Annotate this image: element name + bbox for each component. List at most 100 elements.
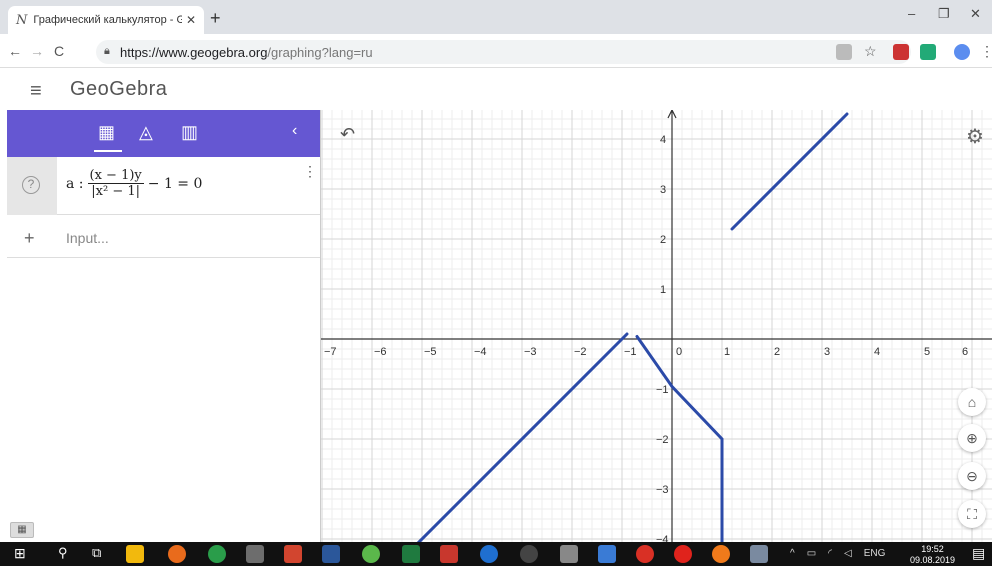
keyboard-icon[interactable]: ▦ <box>10 522 34 538</box>
geometry-icon[interactable]: ◬ <box>139 122 153 143</box>
pdf-extension-icon[interactable] <box>893 44 909 60</box>
system-tray: ^ ▭ ◜ ◁ ENG <box>790 548 885 559</box>
fullscreen-button[interactable]: ⛶ <box>958 500 986 528</box>
x-tick-label: −7 <box>324 346 337 358</box>
tab-close-icon[interactable]: ✕ <box>186 13 196 27</box>
app-icon[interactable] <box>560 545 578 563</box>
close-window-button[interactable]: ✕ <box>970 6 981 22</box>
algebra-input[interactable]: Input... <box>66 230 109 246</box>
reload-button[interactable]: C <box>54 43 64 59</box>
geogebra-favicon-icon: N <box>16 12 28 28</box>
app-icon[interactable] <box>246 545 264 563</box>
translate-icon[interactable] <box>836 44 852 60</box>
x-tick-label: 1 <box>724 346 730 358</box>
back-button[interactable]: ← <box>8 43 22 59</box>
bookmark-star-icon[interactable]: ☆ <box>864 43 877 60</box>
zoom-in-button[interactable]: ⊕ <box>958 424 986 452</box>
language-indicator[interactable]: ENG <box>864 548 886 559</box>
y-tick-label: −3 <box>656 484 669 496</box>
x-tick-label: −2 <box>574 346 587 358</box>
equation-prefix: a : <box>66 175 84 192</box>
curve-a-right-branch <box>730 112 849 231</box>
y-tick-label: 4 <box>660 134 666 146</box>
notifications-icon[interactable]: ▤ <box>972 545 985 562</box>
x-tick-label: −6 <box>374 346 387 358</box>
graph-canvas[interactable]: −7−6−5−4−3−2−101234564321−1−2−3−4a <box>321 110 992 542</box>
maximize-button[interactable]: ❐ <box>938 6 950 22</box>
settings-gear-icon[interactable]: ⚙ <box>966 124 984 149</box>
tab-title: Графический калькулятор - Geo <box>33 14 182 26</box>
word-icon[interactable] <box>322 545 340 563</box>
clock-date: 09.08.2019 <box>910 555 956 565</box>
minimize-button[interactable]: – <box>908 6 915 21</box>
torrent-icon[interactable] <box>362 545 380 563</box>
firefox-icon[interactable] <box>712 545 730 563</box>
file-explorer-icon[interactable] <box>126 545 144 563</box>
y-tick-label: −2 <box>656 434 669 446</box>
equation-text[interactable]: a : (x − 1)y |x² − 1| − 1 = 0 <box>66 168 202 199</box>
extension-icon[interactable] <box>920 44 936 60</box>
new-tab-button[interactable]: + <box>210 8 221 29</box>
undo-icon[interactable]: ↶ <box>340 124 355 145</box>
browser-menu-icon[interactable]: ⋮ <box>980 43 992 60</box>
powerpoint-icon[interactable] <box>284 545 302 563</box>
calculator-icon[interactable]: ▦ <box>98 122 115 143</box>
app-icon[interactable] <box>440 545 458 563</box>
wifi-icon[interactable]: ◜ <box>828 548 832 559</box>
table-icon[interactable]: ▥ <box>181 122 198 143</box>
hamburger-menu-icon[interactable]: ≡ <box>30 80 42 103</box>
x-tick-label: −1 <box>624 346 637 358</box>
app-icon[interactable] <box>520 545 538 563</box>
fraction-denominator: |x² − 1| <box>91 184 140 199</box>
chrome-icon[interactable] <box>208 545 226 563</box>
add-icon[interactable]: + <box>24 228 35 249</box>
y-tick-label: −1 <box>656 384 669 396</box>
home-button[interactable]: ⌂ <box>958 388 986 416</box>
x-tick-label: 0 <box>676 346 682 358</box>
x-tick-label: 6 <box>962 346 968 358</box>
x-tick-label: 3 <box>824 346 830 358</box>
zoom-out-button[interactable]: ⊖ <box>958 462 986 490</box>
url-text[interactable]: https://www.geogebra.org/graphing?lang=r… <box>120 45 373 60</box>
y-tick-label: 2 <box>660 234 666 246</box>
algebra-toolbar <box>7 110 320 157</box>
app-icon[interactable] <box>168 545 186 563</box>
browser-tab[interactable]: N Графический калькулятор - Geo ✕ <box>8 6 204 34</box>
search-icon[interactable]: ⚲ <box>58 545 68 561</box>
battery-icon[interactable]: ▭ <box>807 548 816 559</box>
help-icon[interactable]: ? <box>22 176 40 194</box>
task-view-icon[interactable]: ⧉ <box>92 545 101 561</box>
edge-icon[interactable] <box>480 545 498 563</box>
collapse-panel-button[interactable]: ‹ <box>292 122 297 140</box>
start-icon[interactable]: ⊞ <box>14 545 26 562</box>
app-icon[interactable] <box>636 545 654 563</box>
lock-icon: 🔒︎ <box>104 45 110 57</box>
profile-avatar[interactable] <box>954 44 970 60</box>
y-tick-label: 3 <box>660 184 666 196</box>
equation-fraction: (x − 1)y |x² − 1| <box>87 168 144 199</box>
curve-a-left-branch <box>416 332 629 542</box>
clock[interactable]: 19:52 09.08.2019 <box>910 544 955 566</box>
chevron-up-icon[interactable]: ^ <box>790 548 795 559</box>
clock-time: 19:52 <box>921 544 944 554</box>
url-path: /graphing?lang=ru <box>267 45 373 60</box>
y-tick-label: −4 <box>656 534 669 542</box>
equation-suffix: − 1 = 0 <box>147 175 203 192</box>
row-options-icon[interactable]: ⋮ <box>303 163 317 180</box>
app-icon[interactable] <box>598 545 616 563</box>
x-tick-label: 4 <box>874 346 880 358</box>
opera-icon[interactable] <box>674 545 692 563</box>
volume-icon[interactable]: ◁ <box>844 548 852 559</box>
graphics-view[interactable]: −7−6−5−4−3−2−101234564321−1−2−3−4a <box>321 110 992 542</box>
active-tool-indicator <box>94 150 122 152</box>
x-tick-label: 2 <box>774 346 780 358</box>
forward-button[interactable]: → <box>30 43 44 59</box>
geogebra-logo: GeoGebra <box>70 78 168 100</box>
url-host: https://www.geogebra.org <box>120 45 268 60</box>
y-tick-label: 1 <box>660 284 666 296</box>
app-icon[interactable] <box>750 545 768 563</box>
x-tick-label: 5 <box>924 346 930 358</box>
input-row[interactable] <box>7 216 320 258</box>
excel-icon[interactable] <box>402 545 420 563</box>
x-tick-label: −5 <box>424 346 437 358</box>
